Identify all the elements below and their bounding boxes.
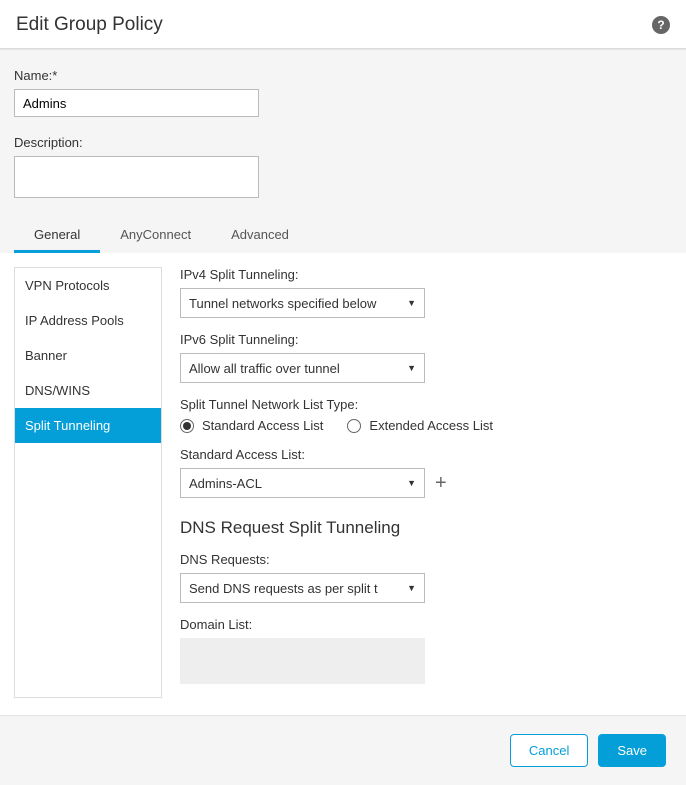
save-button[interactable]: Save bbox=[598, 734, 666, 767]
radio-icon bbox=[180, 419, 194, 433]
dialog-footer: Cancel Save bbox=[0, 715, 686, 785]
radio-standard-label: Standard Access List bbox=[202, 418, 323, 433]
sidebar-item-vpn-protocols[interactable]: VPN Protocols bbox=[15, 268, 161, 303]
help-icon[interactable]: ? bbox=[652, 16, 670, 34]
domain-list-label: Domain List: bbox=[180, 617, 672, 632]
dns-section-heading: DNS Request Split Tunneling bbox=[180, 518, 672, 538]
chevron-down-icon: ▼ bbox=[407, 478, 416, 488]
plus-icon[interactable]: + bbox=[435, 472, 447, 495]
std-acl-row: Admins-ACL ▼ + bbox=[180, 468, 672, 498]
name-label: Name:* bbox=[14, 68, 672, 83]
name-input[interactable] bbox=[14, 89, 259, 117]
dns-requests-label: DNS Requests: bbox=[180, 552, 672, 567]
description-label: Description: bbox=[14, 135, 672, 150]
radio-row: Standard Access List Extended Access Lis… bbox=[180, 418, 672, 433]
tabs: General AnyConnect Advanced bbox=[14, 219, 672, 253]
form-area: Name:* Description: General AnyConnect A… bbox=[0, 49, 686, 253]
radio-extended-label: Extended Access List bbox=[369, 418, 493, 433]
ipv6-field: IPv6 Split Tunneling: Allow all traffic … bbox=[180, 332, 672, 383]
content-area: VPN Protocols IP Address Pools Banner DN… bbox=[0, 253, 686, 712]
tab-anyconnect[interactable]: AnyConnect bbox=[100, 219, 211, 253]
std-acl-label: Standard Access List: bbox=[180, 447, 672, 462]
radio-extended[interactable]: Extended Access List bbox=[347, 418, 493, 433]
tab-general[interactable]: General bbox=[14, 219, 100, 253]
ipv6-dropdown-value: Allow all traffic over tunnel bbox=[189, 361, 340, 376]
dns-requests-dropdown[interactable]: Send DNS requests as per split t ▼ bbox=[180, 573, 425, 603]
list-type-label: Split Tunnel Network List Type: bbox=[180, 397, 672, 412]
dialog-title: Edit Group Policy bbox=[16, 14, 163, 36]
description-field-group: Description: bbox=[14, 135, 672, 201]
std-acl-dropdown-value: Admins-ACL bbox=[189, 476, 262, 491]
dialog-header: Edit Group Policy ? bbox=[0, 0, 686, 49]
tab-advanced[interactable]: Advanced bbox=[211, 219, 309, 253]
ipv4-dropdown[interactable]: Tunnel networks specified below ▼ bbox=[180, 288, 425, 318]
ipv4-dropdown-value: Tunnel networks specified below bbox=[189, 296, 376, 311]
std-acl-dropdown[interactable]: Admins-ACL ▼ bbox=[180, 468, 425, 498]
ipv6-label: IPv6 Split Tunneling: bbox=[180, 332, 672, 347]
ipv4-field: IPv4 Split Tunneling: Tunnel networks sp… bbox=[180, 267, 672, 318]
std-acl-field: Standard Access List: Admins-ACL ▼ + bbox=[180, 447, 672, 498]
domain-list-box[interactable] bbox=[180, 638, 425, 684]
radio-icon bbox=[347, 419, 361, 433]
cancel-button[interactable]: Cancel bbox=[510, 734, 588, 767]
domain-list-field: Domain List: bbox=[180, 617, 672, 684]
radio-standard[interactable]: Standard Access List bbox=[180, 418, 323, 433]
list-type-field: Split Tunnel Network List Type: Standard… bbox=[180, 397, 672, 433]
main-panel: IPv4 Split Tunneling: Tunnel networks sp… bbox=[180, 267, 672, 698]
chevron-down-icon: ▼ bbox=[407, 363, 416, 373]
dns-requests-dropdown-value: Send DNS requests as per split t bbox=[189, 581, 378, 596]
sidebar-item-banner[interactable]: Banner bbox=[15, 338, 161, 373]
chevron-down-icon: ▼ bbox=[407, 583, 416, 593]
ipv6-dropdown[interactable]: Allow all traffic over tunnel ▼ bbox=[180, 353, 425, 383]
sidebar-item-split-tunneling[interactable]: Split Tunneling bbox=[15, 408, 161, 443]
description-input[interactable] bbox=[14, 156, 259, 198]
chevron-down-icon: ▼ bbox=[407, 298, 416, 308]
name-field-group: Name:* bbox=[14, 68, 672, 117]
ipv4-label: IPv4 Split Tunneling: bbox=[180, 267, 672, 282]
sidebar-item-ip-address-pools[interactable]: IP Address Pools bbox=[15, 303, 161, 338]
sidebar: VPN Protocols IP Address Pools Banner DN… bbox=[14, 267, 162, 698]
dns-requests-field: DNS Requests: Send DNS requests as per s… bbox=[180, 552, 672, 603]
sidebar-item-dns-wins[interactable]: DNS/WINS bbox=[15, 373, 161, 408]
